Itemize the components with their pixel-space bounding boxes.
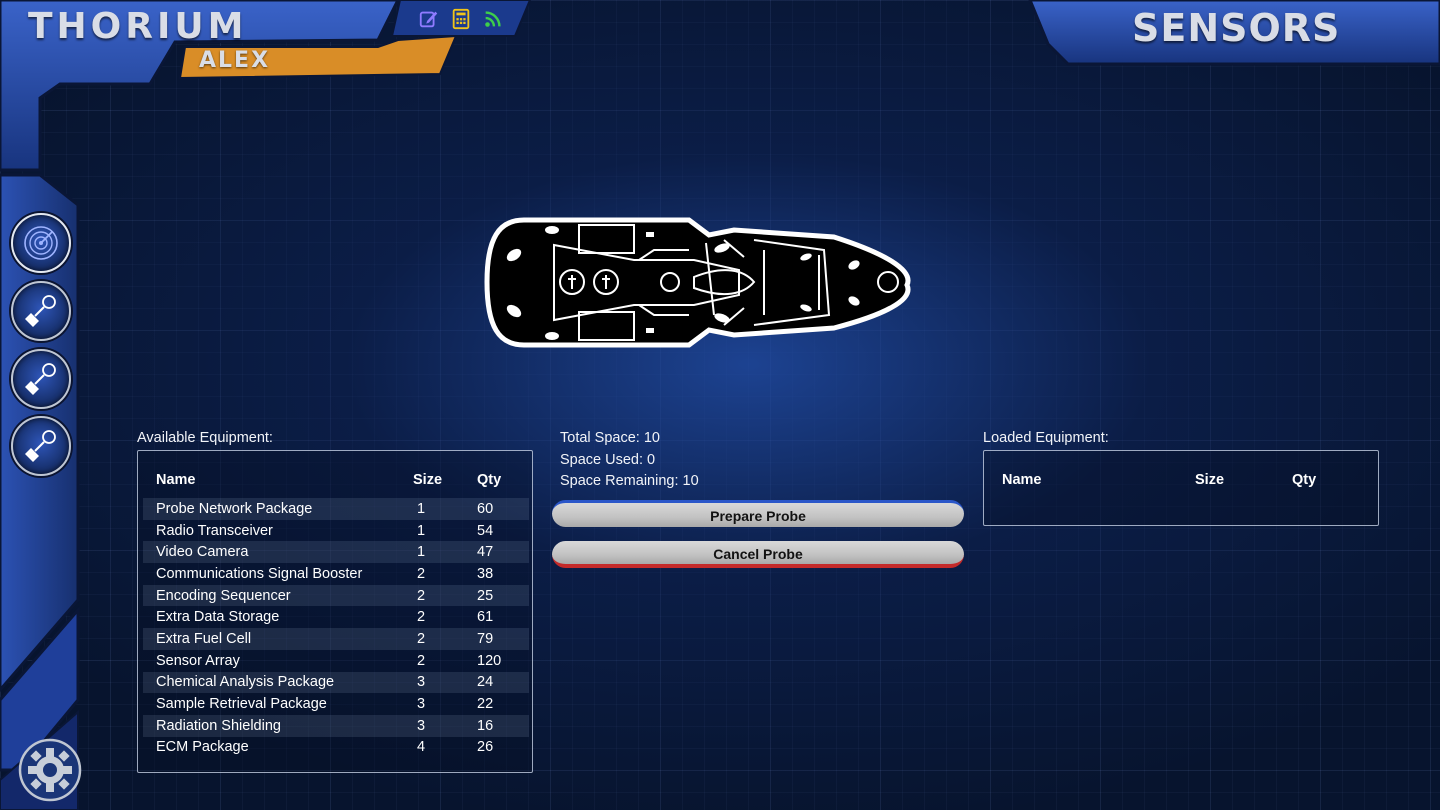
column-header-name: Name [1002, 472, 1042, 488]
cell-name: Radiation Shielding [156, 717, 281, 734]
probe-icon [25, 363, 56, 395]
cell-qty: 54 [477, 522, 494, 539]
cell-size: 1 [417, 544, 426, 561]
cell-name: Extra Data Storage [156, 609, 280, 626]
available-equipment-rows: Probe Network Package 1 60 Radio Transceive… [143, 498, 529, 758]
cell-qty: 61 [477, 609, 494, 626]
rss-icon[interactable] [482, 8, 504, 30]
cell-qty: 38 [477, 565, 494, 582]
cell-size: 2 [417, 630, 426, 647]
cell-name: Sensor Array [156, 652, 240, 669]
cell-size: 2 [417, 565, 426, 582]
card-button-radar[interactable] [11, 213, 71, 273]
table-row[interactable]: ECM Package 4 26 [143, 737, 529, 759]
total-space-text: Total Space: 10 [560, 430, 660, 446]
table-row[interactable]: Radiation Shielding 3 16 [143, 714, 529, 737]
probe-ship-diagram [484, 217, 911, 348]
table-row[interactable]: Sensor Array 2 120 [143, 650, 529, 672]
prepare-probe-button[interactable]: Prepare Probe [552, 500, 964, 527]
table-row[interactable]: Probe Network Package 1 60 [143, 498, 529, 520]
radar-icon [24, 226, 58, 260]
card-button-probe-2[interactable] [11, 349, 71, 409]
table-row[interactable]: Communications Signal Booster 2 38 [143, 563, 529, 585]
app-title: THORIUM [28, 6, 248, 47]
cell-name: Probe Network Package [156, 500, 313, 517]
table-row[interactable]: Extra Data Storage 2 61 [143, 606, 529, 628]
card-button-probe-3[interactable] [11, 416, 71, 476]
cell-qty: 26 [477, 739, 494, 756]
station-title: SENSORS [1132, 6, 1341, 50]
cell-qty: 22 [477, 696, 494, 713]
table-header-row: Name Size Qty [989, 462, 1375, 498]
cell-name: ECM Package [156, 739, 249, 756]
available-equipment-table: Name Size Qty Probe Network Package 1 60 Ra… [143, 462, 529, 758]
table-header-row: Name Size Qty [143, 462, 529, 498]
cell-size: 2 [417, 652, 426, 669]
cell-size: 2 [417, 609, 426, 626]
cancel-probe-button[interactable]: Cancel Probe [552, 541, 964, 568]
column-header-name: Name [156, 472, 196, 488]
cell-size: 3 [417, 717, 426, 734]
table-row[interactable]: Chemical Analysis Package 3 24 [143, 671, 529, 694]
column-header-size: Size [413, 472, 443, 488]
cell-qty: 24 [477, 674, 494, 691]
cell-qty: 47 [477, 544, 494, 561]
cell-name: Sample Retrieval Package [156, 696, 327, 713]
table-row[interactable]: Encoding Sequencer 2 25 [143, 584, 529, 607]
user-name: ALEX [199, 48, 271, 73]
cell-qty: 16 [477, 717, 494, 734]
cell-name: Chemical Analysis Package [156, 674, 335, 691]
column-header-size: Size [1195, 472, 1225, 488]
cell-name: Video Camera [156, 544, 249, 561]
cell-name: Encoding Sequencer [156, 587, 291, 604]
cell-size: 2 [417, 587, 426, 604]
cell-qty: 60 [477, 500, 494, 517]
table-row[interactable]: Radio Transceiver 1 54 [143, 520, 529, 542]
card-button-probe-1[interactable] [11, 281, 71, 341]
loaded-equipment-table: Name Size Qty [989, 462, 1375, 498]
available-equipment-label: Available Equipment: [137, 430, 273, 446]
space-used-text: Space Used: 0 [560, 452, 656, 468]
gear-icon[interactable] [16, 736, 84, 804]
probe-icon [25, 295, 56, 327]
table-row[interactable]: Video Camera 1 47 [143, 541, 529, 564]
edit-icon[interactable] [418, 8, 440, 30]
cell-name: Communications Signal Booster [156, 565, 363, 582]
probe-icon [25, 430, 56, 462]
table-row[interactable]: Sample Retrieval Package 3 22 [143, 693, 529, 715]
cell-size: 3 [417, 674, 426, 691]
cell-qty: 120 [477, 652, 502, 669]
top-icon-bar [418, 8, 504, 30]
loaded-equipment-panel: Name Size Qty [983, 450, 1379, 526]
calculator-icon[interactable] [450, 8, 472, 30]
cell-name: Extra Fuel Cell [156, 630, 252, 647]
cell-qty: 79 [477, 630, 494, 647]
column-header-qty: Qty [1292, 472, 1317, 488]
table-row[interactable]: Extra Fuel Cell 2 79 [143, 628, 529, 650]
loaded-equipment-label: Loaded Equipment: [983, 430, 1109, 446]
cell-name: Radio Transceiver [156, 522, 273, 539]
cell-size: 3 [417, 696, 426, 713]
cell-size: 1 [417, 500, 426, 517]
cell-qty: 25 [477, 587, 494, 604]
cell-size: 1 [417, 522, 426, 539]
space-remaining-text: Space Remaining: 10 [560, 473, 699, 489]
cell-size: 4 [417, 739, 426, 756]
available-equipment-panel: Name Size Qty Probe Network Package 1 60 Ra… [137, 450, 533, 773]
column-header-qty: Qty [477, 472, 502, 488]
